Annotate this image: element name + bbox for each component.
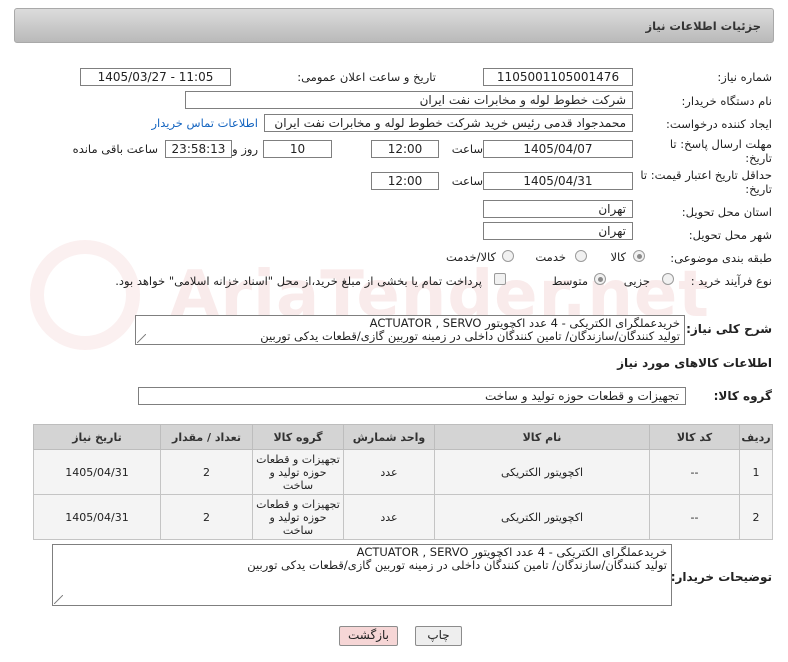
deadline-time-field[interactable]: 12:00 <box>371 140 439 158</box>
cell-date: 1405/04/31 <box>33 449 161 495</box>
need-number-field[interactable]: 1105001105001476 <box>483 68 633 86</box>
buyer-org-label: نام دستگاه خریدار: <box>681 94 772 108</box>
goods-group-field[interactable]: تجهیزات و قطعات حوزه تولید و ساخت <box>138 387 686 405</box>
back-button[interactable]: بازگشت <box>339 626 398 646</box>
buyer-org-field[interactable]: شرکت خطوط لوله و مخابرات نفت ایران <box>185 91 633 109</box>
category-option-service: خدمت <box>535 250 566 264</box>
requester-field[interactable]: محمدجواد قدمی رئیس خرید شرکت خطوط لوله و… <box>264 114 633 132</box>
cell-qty: 2 <box>160 494 253 540</box>
goods-group-label: گروه کالا: <box>713 389 772 403</box>
validity-label: حداقل تاریخ اعتبار قیمت: تا تاریخ: <box>640 168 772 196</box>
col-index: ردیف <box>739 424 773 450</box>
table-row[interactable]: 1 -- اکچویتور الکتریکی عدد تجهیزات و قطع… <box>33 449 773 495</box>
cell-name: اکچویتور الکتریکی <box>434 449 650 495</box>
process-radio-medium[interactable] <box>594 273 606 285</box>
col-unit: واحد شمارش <box>343 424 435 450</box>
cell-qty: 2 <box>160 449 253 495</box>
contact-info-link[interactable]: اطلاعات تماس خریدار <box>151 116 258 130</box>
category-option-goods: کالا <box>610 250 626 264</box>
col-qty: تعداد / مقدار <box>160 424 253 450</box>
goods-section-title: اطلاعات کالاهای مورد نیاز <box>617 356 772 370</box>
category-radio-both[interactable] <box>502 250 514 262</box>
announce-field[interactable]: 1405/03/27 - 11:05 <box>80 68 231 86</box>
deadline-date-field[interactable]: 1405/04/07 <box>483 140 633 158</box>
validity-time-field[interactable]: 12:00 <box>371 172 439 190</box>
buyer-notes-label: توضیحات خریدار: <box>670 570 772 584</box>
process-option-medium: متوسط <box>551 274 588 288</box>
city-label: شهر محل تحویل: <box>688 228 772 242</box>
category-radio-service[interactable] <box>575 250 587 262</box>
cell-index: 2 <box>739 494 773 540</box>
treasury-checkbox[interactable] <box>494 273 506 285</box>
resize-grip-icon[interactable] <box>137 334 146 343</box>
deadline-label: مهلت ارسال پاسخ: تا تاریخ: <box>669 137 772 165</box>
cell-unit: عدد <box>343 494 435 540</box>
city-field[interactable]: تهران <box>483 222 633 240</box>
category-label: طبقه بندی موضوعی: <box>670 251 772 265</box>
requester-label: ایجاد کننده درخواست: <box>666 117 772 131</box>
category-radio-goods[interactable] <box>633 250 645 262</box>
resize-grip-icon[interactable] <box>54 595 63 604</box>
watermark-logo <box>30 240 140 350</box>
page-title: جزئیات اطلاعات نیاز <box>645 19 761 33</box>
process-option-minor: جزیی <box>623 274 650 288</box>
cell-date: 1405/04/31 <box>33 494 161 540</box>
process-label: نوع فرآیند خرید : <box>690 274 772 288</box>
page-header: جزئیات اطلاعات نیاز <box>14 8 774 43</box>
buyer-notes-textarea[interactable]: خریدعملگرای الکتریکی - 4 عدد اکچویتور AC… <box>52 544 672 606</box>
need-number-label: شماره نیاز: <box>717 70 772 84</box>
col-date: تاریخ نیاز <box>33 424 161 450</box>
cell-unit: عدد <box>343 449 435 495</box>
cell-name: اکچویتور الکتریکی <box>434 494 650 540</box>
summary-line-2: تولید کنندگان/سازندگان/ تامین کنندگان دا… <box>260 329 680 343</box>
cell-group: تجهیزات و قطعات حوزه تولید و ساخت <box>252 449 344 495</box>
province-field[interactable]: تهران <box>483 200 633 218</box>
cell-code: -- <box>649 449 740 495</box>
summary-textarea[interactable]: خریدعملگرای الکتریکی - 4 عدد اکچویتور AC… <box>135 315 685 345</box>
announce-label: تاریخ و ساعت اعلان عمومی: <box>297 70 436 84</box>
print-button[interactable]: چاپ <box>415 626 462 646</box>
col-group: گروه کالا <box>252 424 344 450</box>
goods-table: ردیف کد کالا نام کالا واحد شمارش گروه کا… <box>33 424 773 540</box>
remaining-label: ساعت باقی مانده <box>72 142 158 156</box>
validity-date-field[interactable]: 1405/04/31 <box>483 172 633 190</box>
cell-code: -- <box>649 494 740 540</box>
buyer-notes-line-2: تولید کنندگان/سازندگان/ تامین کنندگان دا… <box>247 558 667 572</box>
province-label: استان محل تحویل: <box>681 205 772 219</box>
treasury-note: پرداخت تمام یا بخشی از مبلغ خرید،از محل … <box>115 274 482 288</box>
cell-group: تجهیزات و قطعات حوزه تولید و ساخت <box>252 494 344 540</box>
days-field[interactable]: 10 <box>263 140 332 158</box>
remaining-time-field[interactable]: 23:58:13 <box>165 140 232 158</box>
summary-label: شرح کلی نیاز: <box>686 322 772 336</box>
table-row[interactable]: 2 -- اکچویتور الکتریکی عدد تجهیزات و قطع… <box>33 494 773 540</box>
validity-time-label: ساعت <box>451 174 483 188</box>
cell-index: 1 <box>739 449 773 495</box>
days-label: روز و <box>232 142 258 156</box>
table-header-row: ردیف کد کالا نام کالا واحد شمارش گروه کا… <box>33 424 773 450</box>
deadline-time-label: ساعت <box>451 142 483 156</box>
category-option-both: کالا/خدمت <box>445 250 496 264</box>
col-code: کد کالا <box>649 424 740 450</box>
process-radio-minor[interactable] <box>662 273 674 285</box>
col-name: نام کالا <box>434 424 650 450</box>
